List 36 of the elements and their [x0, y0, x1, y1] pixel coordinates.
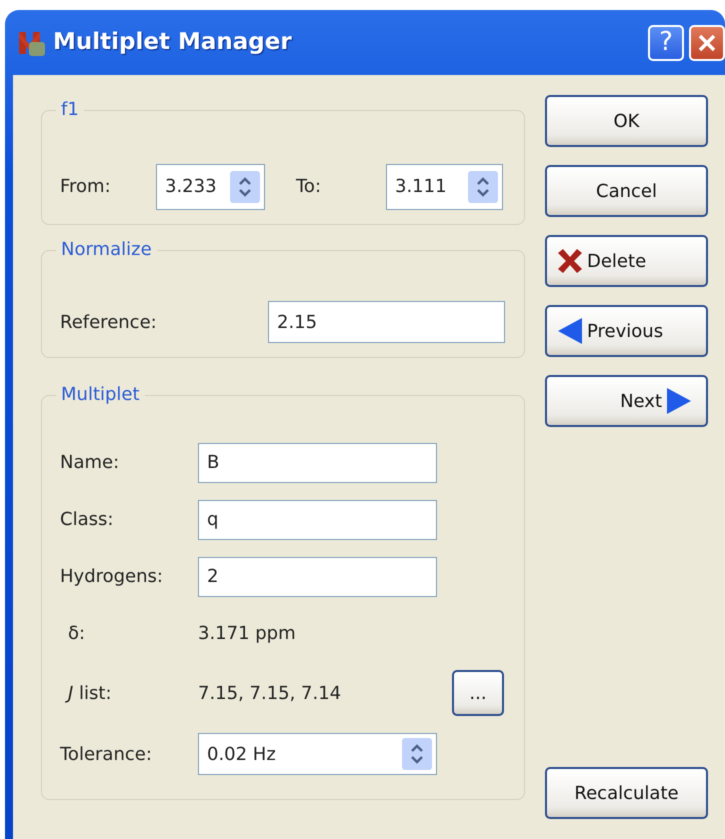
field-label: To: — [296, 175, 322, 199]
field-label: J list: — [60, 680, 198, 706]
spin-button[interactable] — [468, 170, 498, 202]
value-text: 3.171 ppm — [198, 622, 296, 646]
spin-button[interactable] — [230, 170, 260, 202]
input-field[interactable]: B — [198, 442, 437, 482]
number-field[interactable]: 3.111 — [386, 164, 503, 210]
field-label: Class: — [60, 508, 114, 532]
field-label: Reference: — [60, 310, 158, 334]
text-input[interactable]: 0.02 Hz — [207, 740, 402, 768]
help-button[interactable]: ? — [648, 24, 684, 60]
field-label: Tolerance: — [60, 742, 153, 766]
dialog-button[interactable]: OK — [545, 95, 708, 147]
input-field[interactable]: 2 — [198, 556, 437, 596]
dialog-button[interactable]: Cancel — [545, 165, 708, 217]
window-title: Multiplet Manager — [53, 28, 293, 58]
text-input[interactable]: 3.233 — [165, 173, 230, 200]
field-label: From: — [60, 175, 112, 199]
close-icon — [697, 32, 717, 52]
delete-button[interactable]: Delete — [545, 235, 708, 287]
value-text: 7.15, 7.15, 7.14 — [198, 682, 342, 706]
ellipsis-button[interactable]: ... — [452, 670, 504, 716]
input-field[interactable]: 2.15 — [268, 301, 505, 343]
spin-button[interactable] — [402, 738, 432, 770]
previous-button[interactable]: Previous — [545, 305, 708, 357]
spin-field[interactable]: 0.02 Hz — [198, 733, 437, 775]
close-button[interactable] — [689, 24, 725, 60]
field-label: Name: — [60, 451, 120, 475]
next-button[interactable]: Next — [545, 375, 708, 427]
number-field[interactable]: 3.233 — [156, 164, 265, 210]
recalculate-button[interactable]: Recalculate — [545, 767, 708, 819]
field-label: δ: — [67, 622, 86, 646]
input-field[interactable]: q — [198, 500, 437, 540]
text-input[interactable]: 3.111 — [395, 173, 468, 200]
group-title: Multiplet — [56, 383, 145, 407]
field-label: Hydrogens: — [60, 565, 164, 589]
